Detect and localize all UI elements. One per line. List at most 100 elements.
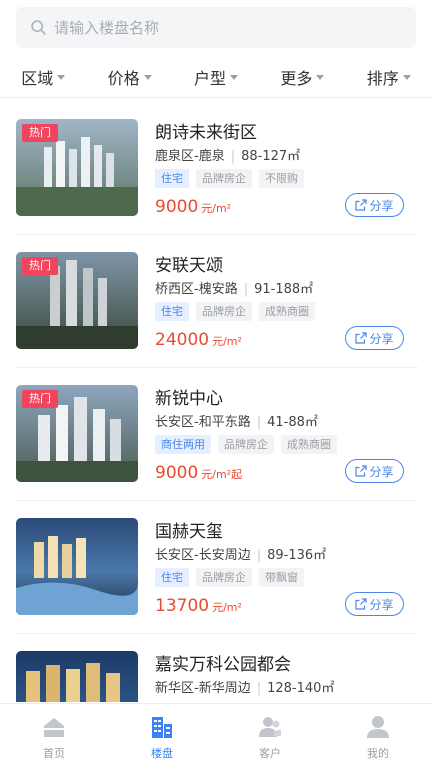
share-button[interactable]: 分享: [345, 193, 404, 217]
listing-photo[interactable]: [16, 518, 138, 615]
caret-down-icon: [402, 75, 411, 80]
tab-label: 我的: [367, 747, 389, 760]
tab-home[interactable]: 首页: [14, 704, 94, 768]
home-icon: [44, 718, 64, 737]
filter-price[interactable]: 价格: [108, 65, 152, 89]
customers-icon: [259, 717, 281, 737]
filter-more[interactable]: 更多: [280, 65, 325, 89]
profile-icon: [367, 716, 389, 738]
divider: |: [256, 681, 262, 696]
filter-area[interactable]: 区域: [21, 65, 66, 89]
share-icon: [355, 332, 368, 344]
divider: |: [243, 282, 249, 297]
price-unit: 元/m²: [201, 202, 232, 215]
listing-tags: 住宅 品牌房企 带飘窗: [155, 568, 304, 587]
tag: 成熟商圈: [259, 302, 315, 321]
listing-card[interactable]: 热门 新锐中心 长安区-和平东路 | 41-88㎡ 商住两用 品牌房企 成熟商圈 9…: [16, 368, 418, 501]
tag: 品牌房企: [196, 302, 252, 321]
tab-label: 首页: [43, 747, 65, 760]
filter-bar: 区域 价格 户型 更多 排序: [0, 56, 432, 98]
listing-card[interactable]: 热门 朗诗未来街区 鹿泉区-鹿泉 | 88-127㎡ 住宅 品牌房企 不限购 900…: [16, 102, 418, 235]
listing-card[interactable]: 国赫天玺 长安区-长安周边 | 89-136㎡ 住宅 品牌房企 带飘窗 13700 元…: [16, 501, 418, 634]
price-value: 9000: [155, 463, 199, 483]
tab-buildings[interactable]: 楼盘: [122, 704, 202, 768]
tab-profile[interactable]: 我的: [338, 704, 418, 768]
tag: 品牌房企: [196, 568, 252, 587]
search-input[interactable]: [54, 18, 384, 37]
listing-district: 长安区-和平东路: [155, 415, 251, 430]
bottom-nav: 首页 楼盘 客户 我的: [0, 703, 432, 768]
share-button[interactable]: 分享: [345, 459, 404, 483]
tag: 住宅: [155, 568, 189, 587]
listing-photo[interactable]: 热门: [16, 385, 138, 482]
price-unit: 元/m²起: [201, 468, 243, 481]
listing-area: 41-88㎡: [267, 415, 318, 430]
listing-area: 89-136㎡: [267, 548, 327, 563]
listing-card[interactable]: 热门 安联天颂 桥西区-槐安路 | 91-188㎡ 住宅 品牌房企 成熟商圈 240…: [16, 235, 418, 368]
listing-price: 9000 元/m²: [155, 197, 231, 217]
price-value: 9000: [155, 197, 199, 217]
caret-down-icon: [143, 75, 152, 80]
listing-name: 朗诗未来街区: [155, 123, 257, 143]
tag: 商住两用: [155, 435, 211, 454]
listing-area: 88-127㎡: [241, 149, 301, 164]
tag: 品牌房企: [218, 435, 274, 454]
filter-layout[interactable]: 户型: [194, 65, 238, 89]
price-unit: 元/m²: [212, 335, 242, 348]
listing-price: 24000 元/m²: [155, 330, 242, 350]
share-label: 分享: [369, 331, 394, 346]
listing-area: 128-140㎡: [267, 681, 335, 696]
share-icon: [355, 465, 368, 477]
share-icon: [355, 199, 368, 211]
listing-photo[interactable]: 热门: [16, 252, 138, 349]
listing-district: 长安区-长安周边: [155, 548, 251, 563]
building-icon: [152, 717, 172, 738]
listing-district: 新华区-新华周边: [155, 681, 251, 696]
divider: |: [256, 548, 262, 563]
price-value: 13700: [155, 596, 210, 616]
listing-name: 新锐中心: [155, 389, 223, 409]
filter-sort[interactable]: 排序: [367, 65, 411, 89]
listing-area: 91-188㎡: [254, 282, 314, 297]
search-icon: [31, 20, 46, 35]
share-label: 分享: [369, 198, 394, 213]
filter-label: 排序: [366, 68, 399, 88]
share-label: 分享: [369, 464, 394, 479]
price-value: 24000: [155, 330, 210, 350]
listing-location: 长安区-长安周边 | 89-136㎡: [155, 544, 326, 563]
tag: 品牌房企: [196, 169, 252, 188]
tag: 住宅: [155, 169, 189, 188]
tab-customers[interactable]: 客户: [230, 704, 310, 768]
listing-photo[interactable]: [16, 651, 138, 702]
listing-location: 新华区-新华周边 | 128-140㎡: [155, 677, 334, 696]
share-button[interactable]: 分享: [345, 592, 404, 616]
search-bar[interactable]: [16, 7, 416, 48]
listing-list: 热门 朗诗未来街区 鹿泉区-鹿泉 | 88-127㎡ 住宅 品牌房企 不限购 900…: [0, 102, 432, 702]
listing-tags: 住宅 品牌房企 不限购: [155, 169, 304, 188]
share-button[interactable]: 分享: [345, 326, 404, 350]
listing-photo[interactable]: 热门: [16, 119, 138, 216]
hot-badge: 热门: [22, 124, 58, 142]
tab-label: 楼盘: [151, 747, 173, 760]
price-unit: 元/m²: [212, 601, 242, 614]
share-icon: [355, 598, 368, 610]
listing-tags: 住宅 品牌房企 成熟商圈: [155, 302, 315, 321]
filter-label: 更多: [280, 68, 313, 88]
tab-label: 客户: [259, 747, 281, 760]
divider: |: [230, 149, 236, 164]
listing-tags: 商住两用 品牌房企 成熟商圈: [155, 435, 337, 454]
listing-price: 9000 元/m²起: [155, 463, 242, 483]
caret-down-icon: [316, 75, 325, 80]
listing-price: 13700 元/m²: [155, 596, 242, 616]
app-screen: 区域 价格 户型 更多 排序 热门 朗诗未来街区 鹿泉区-鹿泉 | 88-127㎡: [0, 0, 432, 768]
listing-card[interactable]: 嘉实万科公园都会 新华区-新华周边 | 128-140㎡: [16, 634, 418, 702]
listing-name: 国赫天玺: [155, 522, 223, 542]
filter-label: 价格: [107, 68, 140, 88]
listing-name: 嘉实万科公园都会: [155, 655, 291, 675]
listing-district: 鹿泉区-鹿泉: [155, 149, 225, 164]
tag: 成熟商圈: [281, 435, 337, 454]
share-label: 分享: [369, 597, 394, 612]
filter-label: 户型: [193, 68, 226, 88]
hot-badge: 热门: [22, 257, 58, 275]
hot-badge: 热门: [22, 390, 58, 408]
